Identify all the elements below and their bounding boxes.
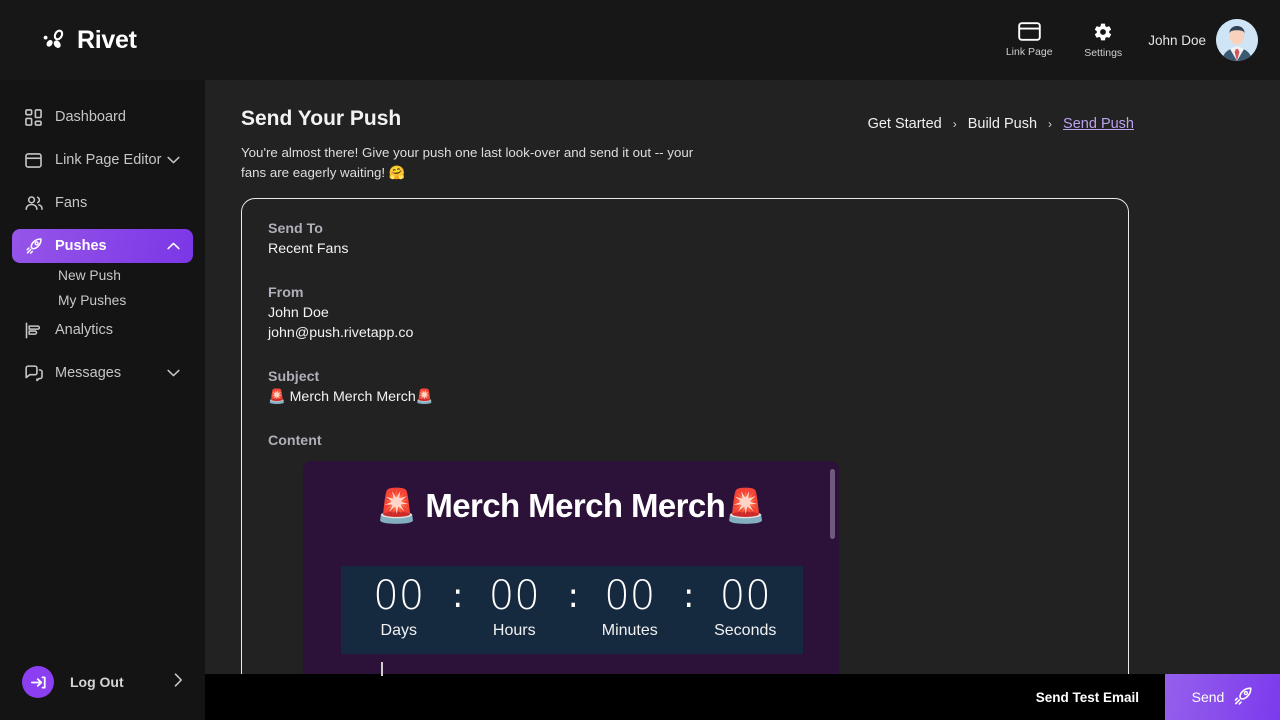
countdown-value: 00 <box>719 573 771 619</box>
countdown-value: 00 <box>373 573 425 619</box>
send-to-field: Send To Recent Fans <box>268 221 1102 259</box>
sidebar-item-label: Messages <box>55 365 122 381</box>
countdown-unit-days: 00 Days : <box>341 572 463 640</box>
main-content: Send Your Push You're almost there! Give… <box>205 80 1280 720</box>
rocket-icon <box>1233 686 1253 709</box>
countdown-value: 00 <box>604 573 656 619</box>
link-page-icon <box>1017 22 1041 41</box>
countdown-timer: 00 Days : 00 Hours : 00 Minutes : 00 Sec… <box>341 566 803 654</box>
push-summary-card: Send To Recent Fans From John Doe john@p… <box>241 198 1129 720</box>
countdown-label: Seconds <box>714 622 777 639</box>
content-label: Content <box>268 433 322 449</box>
sidebar-item-messages[interactable]: Messages <box>12 356 193 390</box>
page-header: Send Your Push You're almost there! Give… <box>241 107 721 183</box>
user-name: John Doe <box>1148 32 1206 48</box>
send-button-label: Send <box>1191 689 1225 705</box>
bar-chart-icon <box>25 322 45 339</box>
sidebar-item-analytics[interactable]: Analytics <box>12 313 193 347</box>
breadcrumb-separator: › <box>1048 117 1053 131</box>
app-root: Rivet Link Page Settings John Doe Dashbo… <box>0 0 1280 720</box>
chat-bubble-icon <box>25 364 45 382</box>
rivet-pinwheel-icon <box>42 27 68 53</box>
avatar[interactable] <box>1216 19 1258 61</box>
chevron-down-icon[interactable] <box>167 156 180 164</box>
sidebar-item-label: Analytics <box>55 322 114 338</box>
sidebar-item-label: Fans <box>55 195 88 211</box>
breadcrumb-separator: › <box>952 117 957 131</box>
from-field: From John Doe john@push.rivetapp.co <box>268 285 1102 343</box>
brand-logo[interactable]: Rivet <box>42 26 137 55</box>
countdown-label: Minutes <box>601 622 658 639</box>
logout-label: Log Out <box>70 674 124 690</box>
breadcrumb: Get Started › Build Push › Send Push <box>868 116 1134 132</box>
breadcrumb-item-send-push[interactable]: Send Push <box>1063 116 1134 132</box>
email-preview[interactable]: 🚨 Merch Merch Merch🚨 00 Days : 00 Hours … <box>303 461 839 691</box>
send-to-value: Recent Fans <box>268 241 349 257</box>
from-name: John Doe <box>268 305 329 321</box>
send-button[interactable]: Send <box>1165 674 1280 720</box>
sidebar-item-fans[interactable]: Fans <box>12 186 193 220</box>
chevron-up-icon[interactable] <box>167 242 180 250</box>
top-bar-actions: Link Page Settings John Doe <box>992 19 1258 61</box>
action-bar: Send Test Email Send <box>205 662 1280 720</box>
settings-button[interactable]: Settings <box>1066 22 1140 59</box>
settings-label: Settings <box>1084 46 1123 59</box>
countdown-unit-hours: 00 Hours : <box>457 572 579 640</box>
users-icon <box>25 195 45 211</box>
countdown-label: Days <box>380 622 417 639</box>
sidebar-item-pushes[interactable]: Pushes <box>12 229 193 263</box>
rocket-icon <box>25 237 45 255</box>
page-title: Send Your Push <box>241 107 402 130</box>
chevron-right-icon <box>174 672 183 692</box>
subject-field: Subject 🚨 Merch Merch Merch🚨 <box>268 369 1102 407</box>
content-field: Content <box>268 433 1102 449</box>
sidebar-item-label: Pushes <box>55 238 107 254</box>
send-to-label: Send To <box>268 221 323 237</box>
email-preview-headline: 🚨 Merch Merch Merch🚨 <box>376 487 766 524</box>
sidebar-item-link-page-editor[interactable]: Link Page Editor <box>12 143 193 177</box>
chevron-down-icon[interactable] <box>167 369 180 377</box>
link-page-button[interactable]: Link Page <box>992 22 1066 58</box>
subject-label: Subject <box>268 369 320 385</box>
sidebar: Dashboard Link Page Editor Fans Pushes N… <box>0 80 205 720</box>
countdown-label: Hours <box>492 622 536 639</box>
browser-window-icon <box>25 152 45 168</box>
gear-icon <box>1093 22 1113 42</box>
sidebar-item-label: Link Page Editor <box>55 152 162 168</box>
breadcrumb-item-build-push[interactable]: Build Push <box>968 116 1037 132</box>
text-caret <box>381 662 383 676</box>
link-page-label: Link Page <box>1005 46 1053 58</box>
sidebar-subitem-my-pushes[interactable]: My Pushes <box>0 288 205 313</box>
from-email: john@push.rivetapp.co <box>268 325 414 341</box>
sidebar-item-label: Dashboard <box>55 109 126 125</box>
email-preview-scrollbar[interactable] <box>830 469 835 539</box>
logout-button[interactable]: Log Out <box>0 660 205 704</box>
logout-arrow-icon <box>22 666 54 698</box>
brand-name: Rivet <box>77 25 137 54</box>
countdown-unit-minutes: 00 Minutes : <box>572 572 695 640</box>
grid-icon <box>25 108 45 126</box>
countdown-value: 00 <box>488 573 540 619</box>
top-bar: Rivet Link Page Settings John Doe <box>0 0 1280 80</box>
page-description: You're almost there! Give your push one … <box>241 145 694 180</box>
countdown-unit-seconds: 00 Seconds <box>688 572 804 640</box>
breadcrumb-item-get-started[interactable]: Get Started <box>868 116 942 132</box>
from-label: From <box>268 285 304 301</box>
send-test-email-button[interactable]: Send Test Email <box>1009 674 1165 720</box>
sidebar-item-dashboard[interactable]: Dashboard <box>12 100 193 134</box>
subject-value: 🚨 Merch Merch Merch🚨 <box>268 389 434 405</box>
sidebar-subitem-new-push[interactable]: New Push <box>0 263 205 288</box>
